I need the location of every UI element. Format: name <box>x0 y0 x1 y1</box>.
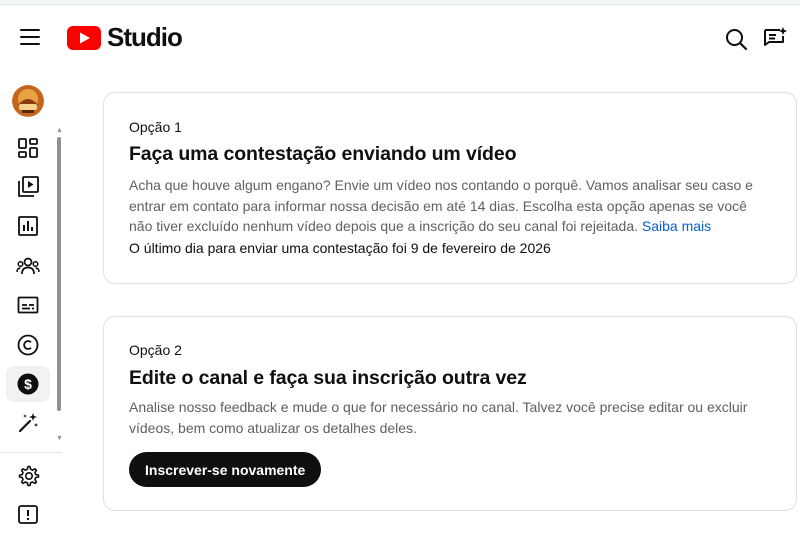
content-icon <box>18 176 39 197</box>
subtitles-icon <box>17 296 39 314</box>
option1-description: Acha que houve algum engano? Envie um ví… <box>129 175 774 237</box>
appeal-deadline-text: O último dia para enviar uma contestação… <box>129 240 551 256</box>
scroll-up-arrow-icon[interactable]: ▲ <box>56 127 63 134</box>
sidebar-item-send-feedback[interactable] <box>6 497 50 533</box>
feedback-icon[interactable] <box>761 25 789 53</box>
youtube-studio-logo[interactable]: Studio <box>67 22 183 53</box>
option2-description: Analise nosso feedback e mude o que for … <box>129 399 748 436</box>
sidebar: $ ▲ ▼ <box>0 67 63 524</box>
analytics-icon <box>18 216 38 236</box>
logo-text: Studio <box>107 22 183 52</box>
alert-icon <box>18 505 38 524</box>
learn-more-link[interactable]: Saiba mais <box>642 218 711 234</box>
scroll-thumb[interactable] <box>57 137 61 411</box>
youtube-logo-icon <box>67 25 101 50</box>
sidebar-item-analytics[interactable] <box>6 208 50 244</box>
option2-card: Opção 2 Edite o canal e faça sua inscriç… <box>103 316 797 511</box>
sidebar-item-content[interactable] <box>6 169 50 205</box>
option1-label: Opção 1 <box>129 119 182 135</box>
sidebar-item-subtitles[interactable] <box>6 287 50 323</box>
sidebar-item-dashboard[interactable] <box>6 130 50 166</box>
sidebar-item-copyright[interactable] <box>6 327 50 363</box>
option2-label: Opção 2 <box>129 342 182 358</box>
app-header: Studio <box>0 5 800 67</box>
sidebar-item-community[interactable] <box>6 248 50 284</box>
sidebar-item-customization[interactable] <box>6 405 50 441</box>
scroll-down-arrow-icon[interactable]: ▼ <box>56 435 63 442</box>
copyright-icon <box>17 334 39 356</box>
sidebar-item-earn[interactable]: $ <box>6 366 50 402</box>
dashboard-icon <box>18 138 38 158</box>
sidebar-divider <box>0 452 62 453</box>
option2-title: Edite o canal e faça sua inscrição outra… <box>129 367 527 389</box>
magic-wand-icon <box>18 413 38 433</box>
option1-card: Opção 1 Faça uma contestação enviando um… <box>103 92 797 284</box>
sidebar-scrollbar[interactable]: ▲ ▼ <box>56 127 63 447</box>
gear-icon <box>18 465 40 487</box>
dollar-icon: $ <box>17 373 39 395</box>
menu-icon[interactable] <box>14 23 46 51</box>
svg-text:$: $ <box>24 376 32 392</box>
option1-title: Faça uma contestação enviando um vídeo <box>129 143 517 165</box>
reapply-button[interactable]: Inscrever-se novamente <box>129 452 322 487</box>
sidebar-item-settings[interactable] <box>6 458 50 494</box>
search-icon[interactable] <box>722 25 750 53</box>
community-icon <box>16 257 40 275</box>
avatar[interactable] <box>12 85 44 117</box>
